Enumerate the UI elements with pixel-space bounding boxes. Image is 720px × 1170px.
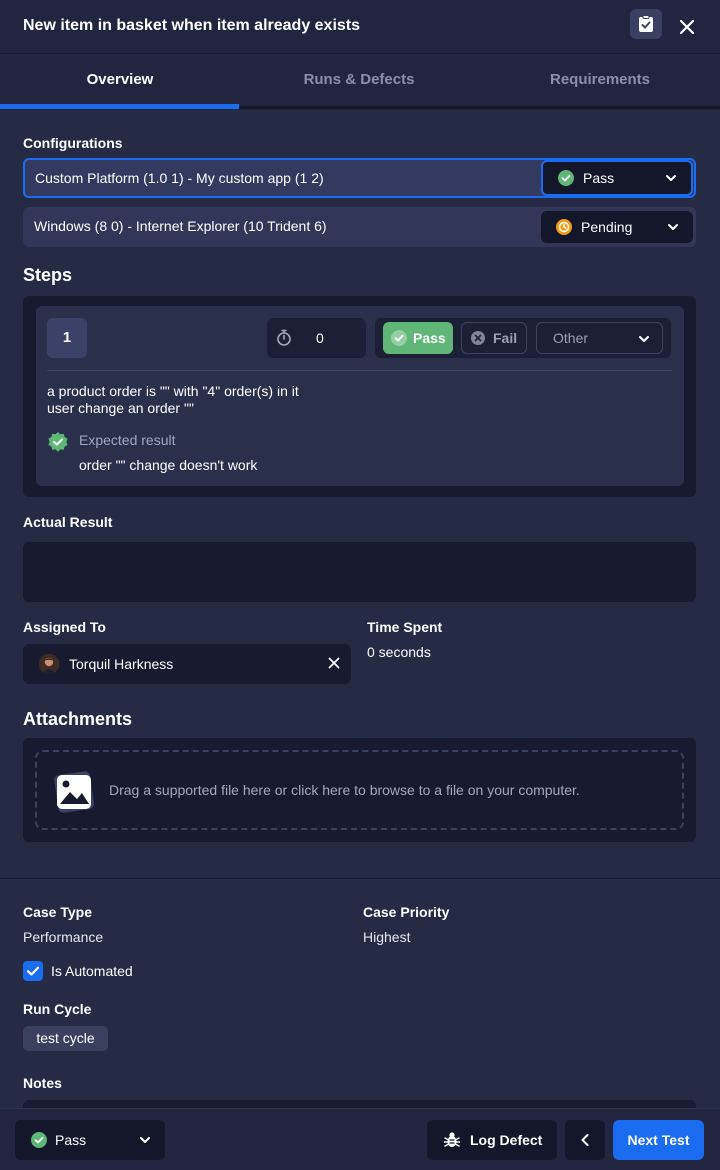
attachments-heading: Attachments [23,709,133,729]
chevron-down-icon [666,175,676,181]
check-circle-icon [31,1132,47,1148]
stopwatch-icon [277,329,291,346]
assignee-name: Torquil Harkness [69,656,174,672]
other-label: Other [553,330,589,346]
close-icon[interactable] [676,16,698,38]
status-label: Pass [583,170,615,186]
run-cycle-chip: test cycle [23,1026,108,1051]
is-automated-checkbox[interactable] [23,961,43,981]
log-defect-label: Log Defect [470,1132,543,1148]
clipboard-check-button[interactable] [630,9,662,39]
time-spent-label: Time Spent [367,619,443,635]
actual-result-label: Actual Result [23,514,113,530]
log-defect-button[interactable]: Log Defect [427,1120,557,1160]
case-priority-label: Case Priority [363,904,450,920]
time-spent-value: 0 seconds [367,644,431,660]
chevron-down-icon [668,224,678,230]
configuration-label: Windows (8 0) - Internet Explorer (10 Tr… [34,218,327,234]
bug-icon [444,1132,460,1147]
notes-label: Notes [23,1075,62,1091]
case-priority-value: Highest [363,929,411,945]
checkmark-icon [26,966,40,976]
divider [0,878,720,879]
tab-overview[interactable]: Overview [0,54,240,106]
case-type-label: Case Type [23,904,92,920]
step-other-dropdown[interactable]: Other [536,322,663,354]
step-pass-button[interactable]: Pass [383,322,453,354]
panel-title: New item in basket when item already exi… [23,17,361,34]
configuration-status-dropdown[interactable]: Pass [541,160,693,196]
configuration-row[interactable]: Windows (8 0) - Internet Explorer (10 Tr… [23,207,696,247]
tab-bar: Overview Runs & Defects Requirements [0,54,720,110]
overall-status-dropdown[interactable]: Pass [15,1120,165,1160]
expected-result-text: order "" change doesn't work [79,457,258,473]
tab-track [239,106,720,109]
clear-assignee-icon[interactable] [327,656,341,670]
panel-header: New item in basket when item already exi… [0,0,720,54]
actual-result-input[interactable] [23,542,696,602]
pass-label: Pass [413,330,446,346]
configuration-status-dropdown[interactable]: Pending [541,211,693,243]
configuration-row[interactable]: Custom Platform (1.0 1) - My custom app … [23,158,696,198]
divider [47,370,672,371]
configurations-heading: Configurations [23,135,123,151]
step-number: 1 [47,318,87,358]
check-circle-icon [391,330,407,346]
chevron-down-icon [639,336,649,342]
check-circle-icon [558,170,574,186]
chevron-left-icon [581,1134,589,1146]
active-tab-indicator [0,104,239,109]
tab-requirements[interactable]: Requirements [480,54,720,106]
step-timer[interactable]: 0 [267,318,366,358]
case-type-value: Performance [23,929,104,945]
next-test-button[interactable]: Next Test [613,1120,704,1160]
tab-runs-defects[interactable]: Runs & Defects [239,54,479,106]
run-cycle-label: Run Cycle [23,1001,92,1017]
fail-label: Fail [493,330,518,346]
image-upload-icon [54,771,94,813]
steps-heading: Steps [23,265,73,285]
clock-icon [556,219,572,235]
status-label: Pending [581,219,633,235]
timer-value: 0 [316,330,324,346]
x-circle-icon [471,331,485,345]
is-automated-label: Is Automated [51,963,133,979]
configuration-label: Custom Platform (1.0 1) - My custom app … [35,170,324,186]
step-description-line: user change an order "" [47,400,194,416]
clipboard-check-icon [639,15,653,32]
assigned-to-label: Assigned To [23,619,106,635]
verified-badge-icon [48,432,68,452]
chevron-down-icon [140,1137,150,1143]
expected-result-label: Expected result [79,432,176,448]
step-description-line: a product order is "" with "4" order(s) … [47,383,299,399]
drop-zone-text: Drag a supported file here or click here… [109,782,580,798]
previous-test-button[interactable] [565,1120,605,1160]
overall-status-label: Pass [55,1132,87,1148]
avatar [39,654,59,674]
step-fail-button[interactable]: Fail [461,322,527,354]
